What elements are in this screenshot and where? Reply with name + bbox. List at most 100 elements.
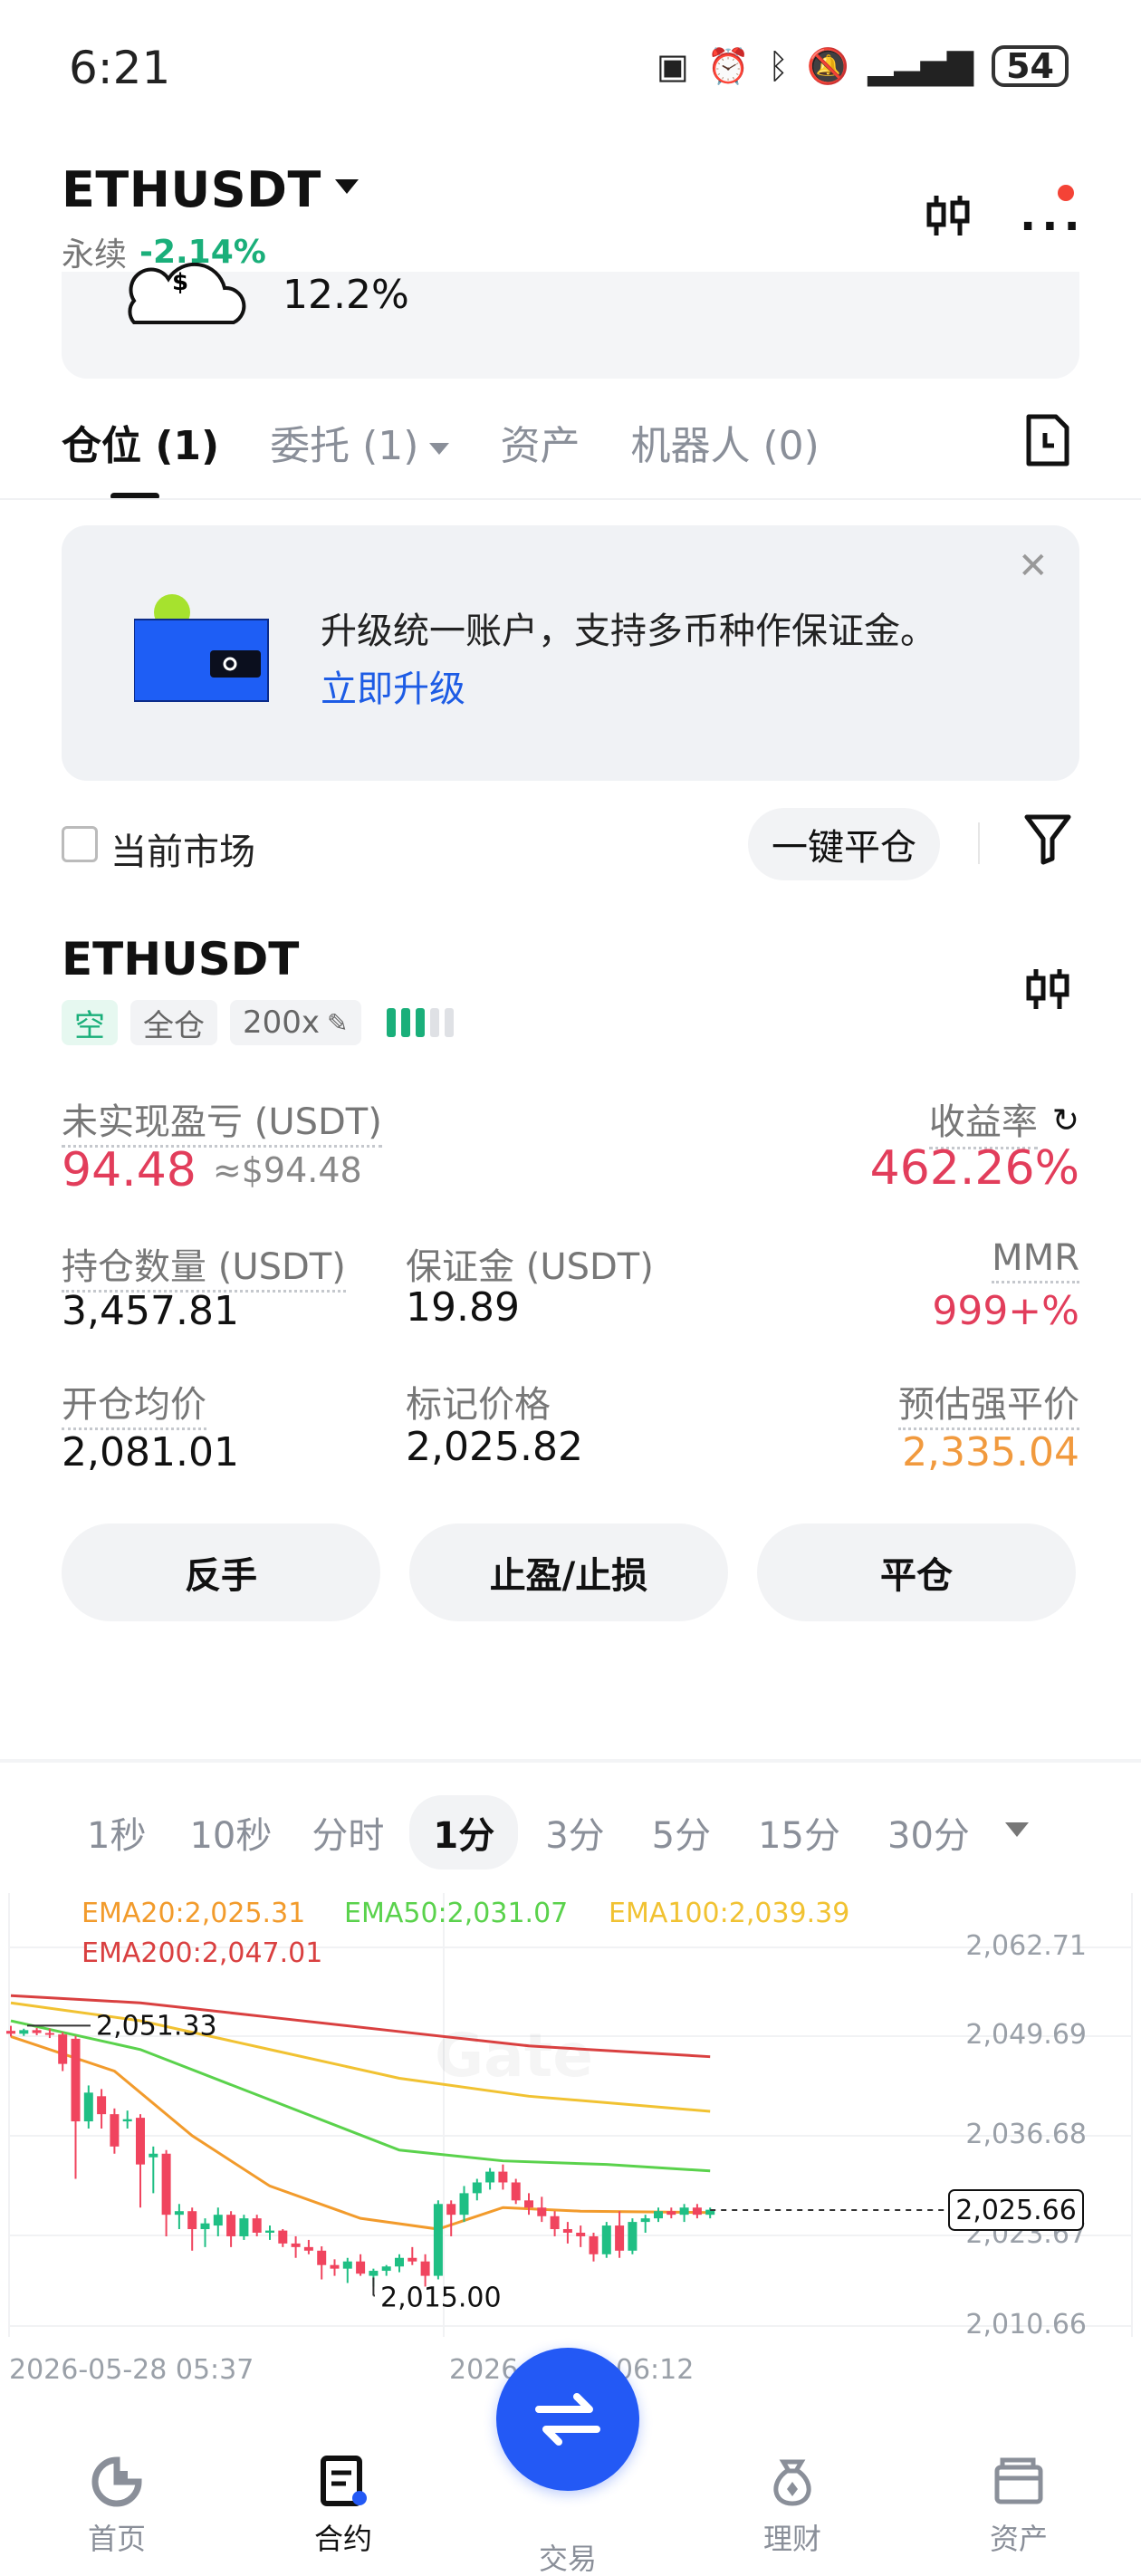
- position-symbol[interactable]: ETHUSDT: [62, 933, 299, 985]
- tab-assets[interactable]: 资产: [500, 413, 580, 471]
- margin-label: 保证金 (USDT): [406, 1246, 654, 1288]
- size-value: 3,457.81: [62, 1288, 239, 1334]
- interval-5m[interactable]: 5分: [652, 1806, 711, 1859]
- candle-body: [239, 2218, 249, 2236]
- interval-1m[interactable]: 1分: [409, 1795, 519, 1870]
- candles: [6, 2025, 715, 2287]
- chevron-down-icon[interactable]: [1005, 1822, 1029, 1837]
- gate-watermark-logo: Gate: [435, 2021, 593, 2091]
- mmr-label[interactable]: MMR: [992, 1237, 1079, 1283]
- candle-body: [161, 2153, 171, 2216]
- margin-label-wrap: 保证金 (USDT): [406, 1237, 654, 1290]
- candle-body: [472, 2182, 482, 2194]
- interval-15m[interactable]: 15分: [758, 1806, 840, 1859]
- candle-body: [537, 2207, 547, 2216]
- low-price-label: 2,015.00: [380, 2282, 502, 2313]
- candle-body: [550, 2216, 560, 2230]
- liq-price-label[interactable]: 预估强平价: [898, 1384, 1079, 1430]
- chevron-down-icon[interactable]: [335, 179, 359, 194]
- ema20-label: EMA20:2,025.31: [82, 1898, 305, 1929]
- banner-text: 升级统一账户，支持多币种作保证金。: [321, 610, 936, 652]
- mark-label-wrap: 标记价格: [406, 1375, 551, 1427]
- trade-button[interactable]: [496, 2348, 639, 2491]
- nav-trade-label-wrap[interactable]: 交易: [500, 2529, 636, 2576]
- close-icon[interactable]: ✕: [1018, 545, 1049, 587]
- nav-futures-label: 合约: [313, 2522, 372, 2556]
- nav-home[interactable]: 首页: [49, 2455, 185, 2558]
- nav-futures[interactable]: 合约: [275, 2455, 411, 2558]
- size-label-wrap: 持仓数量 (USDT): [62, 1237, 346, 1293]
- current-market-label[interactable]: 当前市场: [110, 822, 255, 875]
- candle-body: [342, 2261, 352, 2269]
- roe-value: 462.26%: [869, 1141, 1079, 1196]
- close-position-button[interactable]: 平仓: [757, 1523, 1076, 1621]
- unrealized-pnl-usd: ≈$94.48: [212, 1150, 362, 1190]
- status-icons: ▣ ⏰ ᛒ 🔕 ▂▃▅▇ 54: [657, 45, 1069, 87]
- alarm-icon: ⏰: [706, 45, 751, 86]
- current-market-checkbox[interactable]: [62, 826, 98, 862]
- unrealized-pnl-label[interactable]: 未实现盈亏 (USDT): [62, 1101, 382, 1148]
- interval-1s[interactable]: 1秒: [87, 1806, 146, 1859]
- entry-price-label[interactable]: 开仓均价: [62, 1384, 206, 1430]
- history-icon[interactable]: [1023, 413, 1072, 471]
- candle-body: [136, 2118, 145, 2165]
- size-label[interactable]: 持仓数量 (USDT): [62, 1246, 346, 1293]
- y-tick: 2,049.69: [965, 2019, 1087, 2051]
- chevron-down-icon: [429, 442, 450, 455]
- margin-mode-tag: 全仓: [130, 1000, 217, 1045]
- filter-icon[interactable]: [1023, 813, 1072, 870]
- candle-body: [252, 2218, 262, 2233]
- candle-body: [628, 2222, 638, 2251]
- nav-finance[interactable]: 理财: [724, 2455, 860, 2558]
- x-tick: 2026-05-28 05:37: [9, 2354, 254, 2386]
- interval-timeline[interactable]: 分时: [312, 1806, 384, 1859]
- wallet-illustration-icon: [133, 594, 272, 706]
- reverse-button[interactable]: 反手: [62, 1523, 380, 1621]
- interval-10s[interactable]: 10秒: [189, 1806, 272, 1859]
- high-price-label: 2,051.33: [96, 2010, 217, 2042]
- candle-body: [83, 2092, 93, 2122]
- interval-3m[interactable]: 3分: [545, 1806, 604, 1859]
- tab-positions[interactable]: 仓位 (1): [62, 413, 219, 471]
- candle-body: [640, 2218, 650, 2223]
- status-bar: 6:21 ▣ ⏰ ᛒ 🔕 ▂▃▅▇ 54: [0, 0, 1141, 136]
- liq-price-value: 2,335.04: [902, 1429, 1079, 1475]
- candle-body: [110, 2114, 120, 2147]
- candlestick-chart-icon[interactable]: [1023, 964, 1074, 1018]
- tp-sl-button[interactable]: 止盈/止损: [409, 1523, 728, 1621]
- candle-body: [122, 2119, 132, 2122]
- nfc-icon: ▣: [656, 46, 689, 86]
- upgrade-now-link[interactable]: 立即升级: [321, 659, 465, 712]
- symbol-selector[interactable]: ETHUSDT: [62, 161, 321, 218]
- candle-body: [97, 2096, 107, 2115]
- candle-body: [654, 2211, 663, 2219]
- nav-finance-label: 理财: [762, 2522, 821, 2556]
- ema50-label: EMA50:2,031.07: [344, 1898, 568, 1929]
- tab-orders[interactable]: 委托 (1): [270, 413, 450, 471]
- refresh-icon[interactable]: ↻: [1052, 1102, 1079, 1139]
- ema50-line: [10, 2019, 711, 2173]
- notification-dot: [1058, 185, 1074, 201]
- candle-body: [226, 2215, 236, 2236]
- candle-body: [615, 2225, 625, 2251]
- promo-rate: 12.2%: [283, 272, 409, 318]
- candle-body: [381, 2266, 391, 2272]
- candle-body: [511, 2182, 521, 2201]
- candle-body: [19, 2030, 29, 2034]
- candlestick-chart-icon[interactable]: [924, 190, 974, 245]
- ema200-label: EMA200:2,047.01: [82, 1937, 322, 1969]
- signal-icon: ▂▃▅▇: [868, 46, 974, 86]
- nav-assets[interactable]: 资产: [951, 2455, 1087, 2558]
- candle-body: [291, 2243, 301, 2247]
- position-tags: 空 全仓 200x ✎: [62, 1000, 454, 1045]
- more-icon[interactable]: ···: [1020, 201, 1086, 252]
- ema-legend: EMA20:2,025.31 EMA50:2,031.07 EMA100:2,0…: [82, 1898, 849, 1969]
- nav-assets-label: 资产: [989, 2522, 1048, 2556]
- leverage-tag[interactable]: 200x ✎: [230, 1000, 361, 1045]
- tab-bots[interactable]: 机器人 (0): [630, 413, 819, 471]
- interval-30m[interactable]: 30分: [887, 1806, 970, 1859]
- close-all-button[interactable]: 一键平仓: [748, 808, 940, 880]
- divider: [978, 822, 980, 864]
- kline-chart[interactable]: Gate EMA20:2,025.31 EMA50:2,031.07 EMA10…: [0, 1884, 1141, 2391]
- position-tabs: 仓位 (1) 委托 (1) 资产 机器人 (0): [62, 413, 870, 471]
